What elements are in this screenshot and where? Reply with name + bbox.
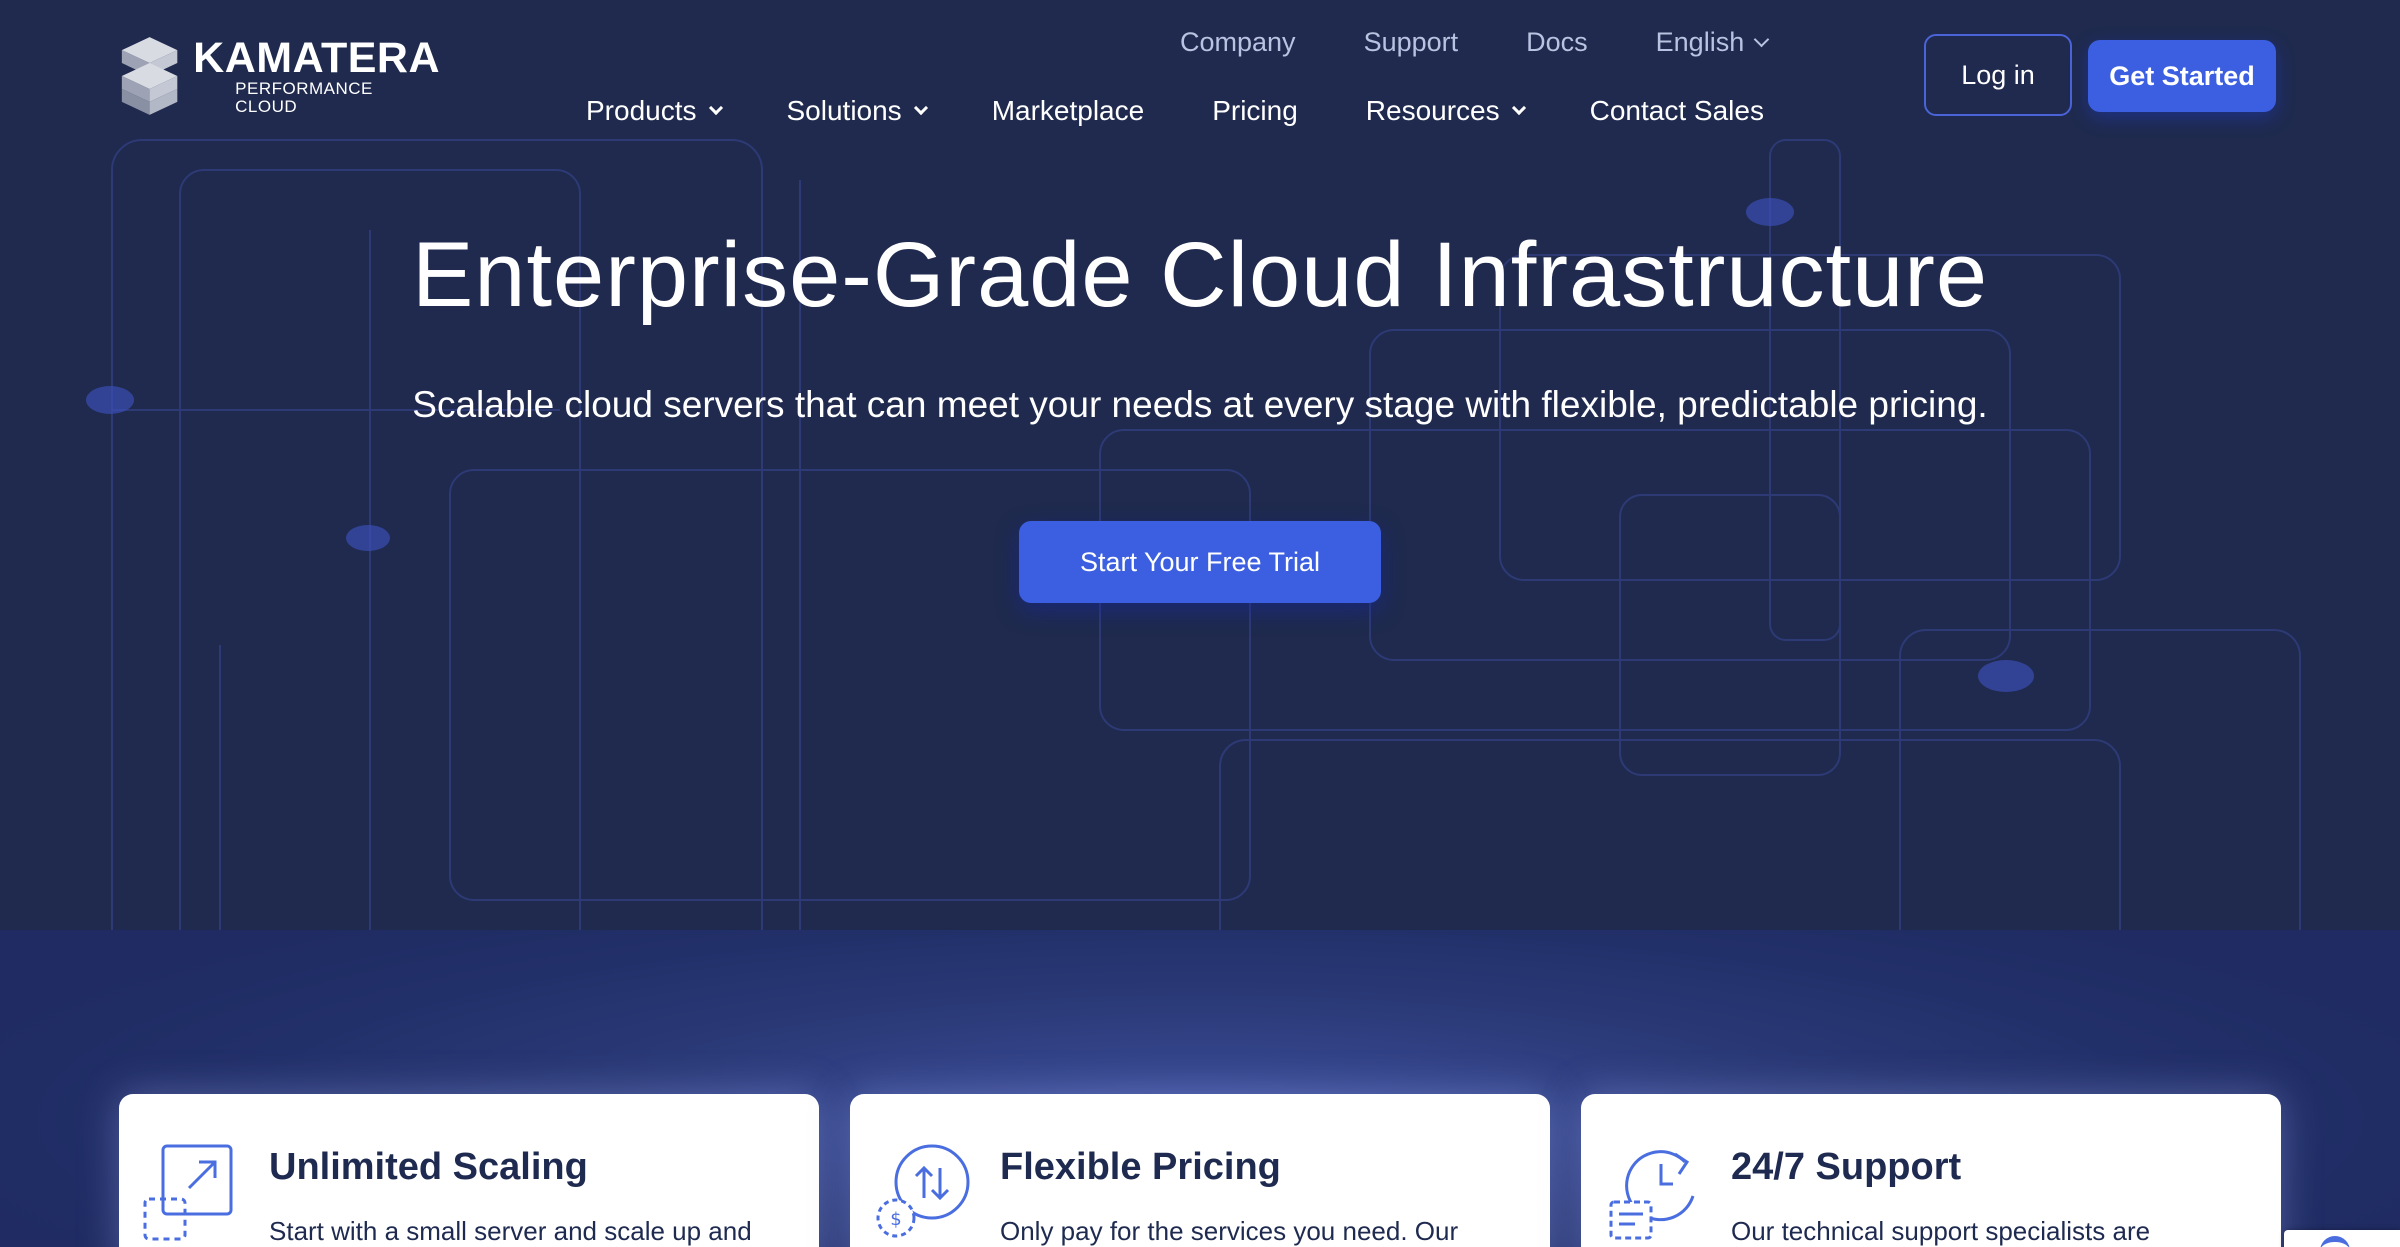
recaptcha-badge[interactable]	[2284, 1230, 2400, 1247]
chevron-down-icon	[1511, 100, 1526, 116]
hero-title: Enterprise-Grade Cloud Infrastructure	[411, 224, 1989, 326]
nav-marketplace[interactable]: Marketplace	[992, 95, 1145, 127]
main-nav: Products Solutions Marketplace Pricing R…	[586, 90, 1764, 132]
language-label: English	[1655, 26, 1745, 57]
nav-solutions-label: Solutions	[786, 95, 902, 126]
top-link-docs[interactable]: Docs	[1526, 27, 1588, 58]
feature-card-pricing: $ Flexible Pricing Only pay for the serv…	[850, 1094, 1550, 1247]
nav-products-label: Products	[586, 95, 697, 126]
utility-nav: Company Support Docs English	[1180, 22, 1770, 62]
recaptcha-icon	[2320, 1236, 2350, 1247]
kamatera-logo-mark-icon	[121, 37, 178, 115]
start-free-trial-button[interactable]: Start Your Free Trial	[1019, 521, 1381, 603]
scaling-icon	[143, 1144, 233, 1241]
nav-products[interactable]: Products	[586, 95, 723, 127]
nav-marketplace-label: Marketplace	[991, 95, 1145, 126]
brand-tagline: PERFORMANCE CLOUD	[235, 79, 373, 116]
hero-subtitle: Scalable cloud servers that can meet you…	[412, 384, 1988, 425]
nav-pricing-label: Pricing	[1212, 95, 1298, 126]
get-started-button[interactable]: Get Started	[2088, 40, 2276, 112]
kamatera-logo[interactable]: KAMATERA PERFORMANCE CLOUD	[120, 30, 440, 122]
nav-resources-label: Resources	[1365, 95, 1500, 126]
feature-title: 24/7 Support	[1731, 1146, 1962, 1188]
feature-title: Unlimited Scaling	[269, 1146, 588, 1188]
top-link-company[interactable]: Company	[1180, 27, 1296, 58]
feature-text: Only pay for the services you need. Our	[1000, 1216, 1459, 1246]
svg-text:$: $	[890, 1209, 901, 1230]
login-button[interactable]: Log in	[1924, 34, 2072, 116]
nav-contact-sales[interactable]: Contact Sales	[1590, 95, 1764, 127]
brand-name: KAMATERA	[193, 34, 440, 82]
nav-resources[interactable]: Resources	[1365, 95, 1526, 127]
hero-section: KAMATERA PERFORMANCE CLOUD Company Suppo…	[0, 0, 2400, 930]
chevron-down-icon	[913, 100, 928, 116]
nav-pricing[interactable]: Pricing	[1212, 95, 1298, 127]
pricing-icon: $	[876, 1144, 970, 1238]
feature-text: Our technical support specialists are	[1731, 1216, 2151, 1246]
feature-card-support: 24/7 Support Our technical support speci…	[1581, 1094, 2281, 1247]
feature-title: Flexible Pricing	[1000, 1146, 1281, 1188]
nav-contact-sales-label: Contact Sales	[1589, 95, 1764, 126]
feature-card-scaling: Unlimited Scaling Start with a small ser…	[119, 1094, 819, 1247]
support-icon	[1609, 1150, 1695, 1240]
nav-solutions[interactable]: Solutions	[786, 95, 928, 127]
language-selector[interactable]: English	[1655, 26, 1770, 58]
feature-text: Start with a small server and scale up a…	[269, 1216, 752, 1246]
chevron-down-icon	[708, 100, 723, 116]
network-background	[86, 139, 2301, 930]
chevron-down-icon	[1753, 31, 1770, 47]
top-link-support[interactable]: Support	[1364, 27, 1459, 58]
